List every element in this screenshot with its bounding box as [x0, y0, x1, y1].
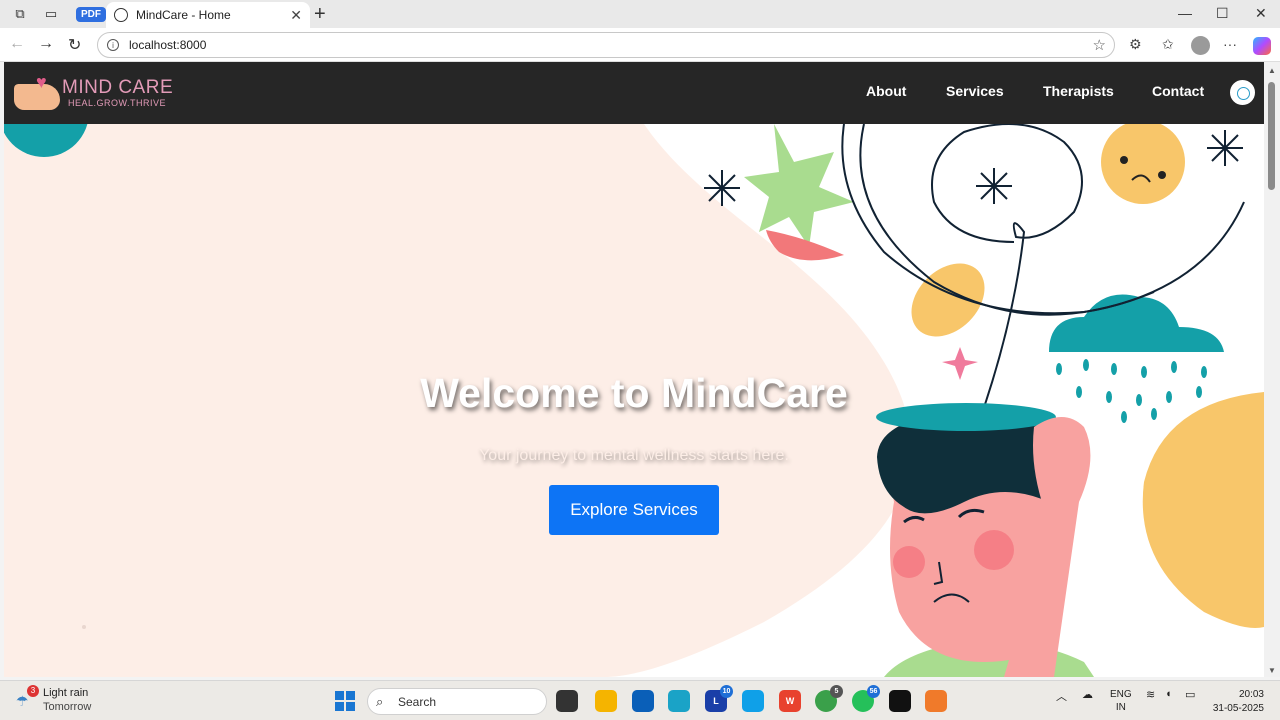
extensions-icon[interactable]: ⚙: [1129, 36, 1142, 53]
browser-toolbar: ← → ↻ i localhost:8000 ☆ ⚙ ✩ ···: [0, 28, 1280, 62]
profile-avatar[interactable]: [1191, 36, 1210, 55]
clock-time: 20:03: [1238, 689, 1264, 700]
site-navbar: ♥ MIND CARE HEAL.GROW.THRIVE About Servi…: [4, 62, 1264, 124]
more-options-icon[interactable]: ···: [1223, 36, 1237, 52]
nav-contact[interactable]: Contact: [1152, 83, 1204, 99]
whatsapp-badge: 56: [867, 685, 880, 698]
weather-title: Light rain: [43, 687, 89, 699]
logo-tagline: HEAL.GROW.THRIVE: [68, 98, 167, 108]
scroll-up-icon[interactable]: ▲: [1268, 66, 1276, 75]
tab-actions-icon[interactable]: ▭: [40, 3, 62, 25]
lang-line1: ENG: [1110, 689, 1132, 700]
hero-subtitle: Your journey to mental wellness starts h…: [479, 447, 789, 464]
tab-mindcare-home[interactable]: MindCare - Home ✕: [106, 2, 310, 28]
maximize-button[interactable]: ☐: [1216, 5, 1229, 22]
wifi-icon[interactable]: ≋: [1146, 688, 1155, 701]
heart-icon: ♥: [36, 72, 47, 92]
url-text: localhost:8000: [129, 38, 207, 52]
language-indicator[interactable]: ENG IN: [1110, 688, 1132, 714]
chrome-icon[interactable]: 5: [815, 685, 843, 712]
tab-title: MindCare - Home: [136, 8, 231, 22]
weather-sub: Tomorrow: [43, 701, 92, 713]
mindcare-logo[interactable]: ♥ MIND CARE HEAL.GROW.THRIVE: [14, 72, 184, 116]
edge-icon[interactable]: [668, 690, 690, 712]
wps-icon[interactable]: W: [779, 690, 801, 712]
lang-line2: IN: [1115, 702, 1126, 713]
minimize-button[interactable]: —: [1178, 5, 1192, 21]
page-viewport: ♥ MIND CARE HEAL.GROW.THRIVE About Servi…: [4, 62, 1264, 677]
task-view-icon[interactable]: [556, 690, 578, 712]
store-icon[interactable]: [632, 690, 654, 712]
chrome-badge: 5: [830, 685, 843, 698]
close-tab-icon[interactable]: ✕: [290, 7, 302, 24]
nav-about[interactable]: About: [866, 83, 906, 99]
logo-name: MIND CARE: [62, 77, 174, 98]
taskbar-search[interactable]: ⌕ Search: [367, 688, 547, 715]
show-hidden-icons[interactable]: ︿: [1056, 688, 1067, 704]
clock[interactable]: 20:03 31-05-2025: [1206, 688, 1264, 716]
volume-icon[interactable]: ◖: [1165, 688, 1172, 700]
whatsapp-icon[interactable]: 56: [852, 685, 880, 712]
refresh-button[interactable]: ↻: [68, 35, 81, 55]
app-icon-blue[interactable]: [742, 690, 764, 712]
back-button[interactable]: ←: [9, 35, 25, 53]
start-button[interactable]: [335, 691, 355, 711]
file-explorer-icon[interactable]: [595, 690, 617, 712]
l-app-icon[interactable]: L 10: [705, 685, 733, 712]
search-icon: ⌕: [376, 694, 384, 709]
weather-badge: 3: [27, 685, 39, 697]
site-info-icon[interactable]: i: [107, 39, 119, 51]
l-app-badge: 10: [720, 685, 733, 698]
explore-services-button[interactable]: Explore Services: [549, 485, 719, 535]
sad-sun: [1101, 120, 1185, 204]
forward-button[interactable]: →: [38, 35, 54, 53]
scroll-down-icon[interactable]: ▼: [1268, 666, 1276, 675]
scrollbar-thumb[interactable]: [1268, 82, 1275, 190]
clock-date: 31-05-2025: [1212, 703, 1264, 714]
battery-icon[interactable]: ▭: [1185, 688, 1195, 701]
workspaces-icon[interactable]: ⧉: [9, 3, 31, 25]
search-placeholder: Search: [398, 694, 437, 709]
hero-title: Welcome to MindCare: [420, 370, 848, 416]
onedrive-icon[interactable]: ☁: [1082, 688, 1093, 701]
address-bar[interactable]: i localhost:8000 ☆: [97, 32, 1115, 58]
globe-icon: [114, 8, 128, 22]
nav-therapists[interactable]: Therapists: [1043, 83, 1114, 99]
app-icon-dark[interactable]: [889, 690, 911, 712]
pdf-tab-badge[interactable]: PDF: [76, 6, 106, 22]
copilot-icon[interactable]: [1253, 37, 1271, 55]
close-window-button[interactable]: ✕: [1255, 5, 1267, 22]
user-account-icon[interactable]: [1230, 80, 1255, 105]
app-icon-orange[interactable]: [925, 690, 947, 712]
favorite-star-icon[interactable]: ☆: [1093, 36, 1106, 54]
nav-services[interactable]: Services: [946, 83, 1004, 99]
page-scrollbar[interactable]: ▲ ▼: [1264, 62, 1280, 677]
favorites-icon[interactable]: ✩: [1162, 36, 1174, 53]
new-tab-button[interactable]: +: [314, 3, 326, 26]
os-taskbar: ☂ 3 Light rain Tomorrow ⌕ Search L 10 W 5…: [0, 680, 1280, 720]
